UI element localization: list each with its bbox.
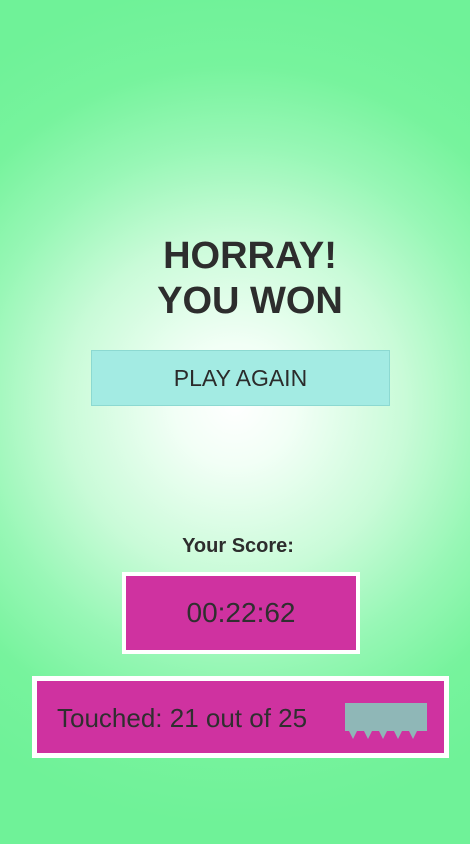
score-label: Your Score: xyxy=(182,535,294,557)
play-again-label: PLAY AGAIN xyxy=(173,364,308,391)
win-title-line-2: YOU WON xyxy=(157,280,343,322)
time-score-value: 00:22:62 xyxy=(186,597,296,628)
win-title: HORRAY! YOU WON xyxy=(0,234,470,324)
play-again-button[interactable]: PLAY AGAIN xyxy=(91,350,390,406)
win-title-line-1: HORRAY! xyxy=(163,235,337,277)
touched-score-box: Touched: 21 out of 25 xyxy=(32,676,449,758)
touched-score-text: Touched: 21 out of 25 xyxy=(57,703,308,733)
spike-block-icon xyxy=(345,703,427,739)
time-score-box: 00:22:62 xyxy=(122,572,360,654)
